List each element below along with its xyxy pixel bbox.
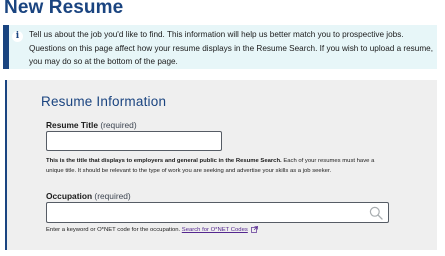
occupation-label: Occupation (required) xyxy=(46,191,131,201)
section-title: Resume Information xyxy=(41,94,167,109)
search-icon[interactable] xyxy=(369,206,383,220)
resume-title-input[interactable] xyxy=(46,131,222,151)
alert-text: Tell us about the job you'd like to find… xyxy=(29,30,433,67)
info-icon: i xyxy=(12,31,23,42)
required-indicator: (required) xyxy=(94,191,131,201)
info-alert: i Tell us about the job you'd like to fi… xyxy=(3,25,437,69)
required-indicator: (required) xyxy=(100,120,137,130)
onet-search-link[interactable]: Search for O*NET Codes xyxy=(182,227,248,233)
occupation-search-input[interactable] xyxy=(46,202,389,223)
resume-title-label: Resume Title (required) xyxy=(46,120,137,130)
resume-title-label-text: Resume Title xyxy=(46,120,98,130)
occupation-label-text: Occupation xyxy=(46,191,93,201)
occupation-help-prefix: Enter a keyword or O*NET code for the oc… xyxy=(46,227,182,234)
resume-title-help-bold: This is the title that displays to emplo… xyxy=(46,158,282,164)
resume-title-help-text: This is the title that displays to emplo… xyxy=(46,156,392,176)
external-link-icon xyxy=(250,226,258,233)
occupation-help-text: Enter a keyword or O*NET code for the oc… xyxy=(46,226,258,235)
page-title: New Resume xyxy=(4,0,124,18)
